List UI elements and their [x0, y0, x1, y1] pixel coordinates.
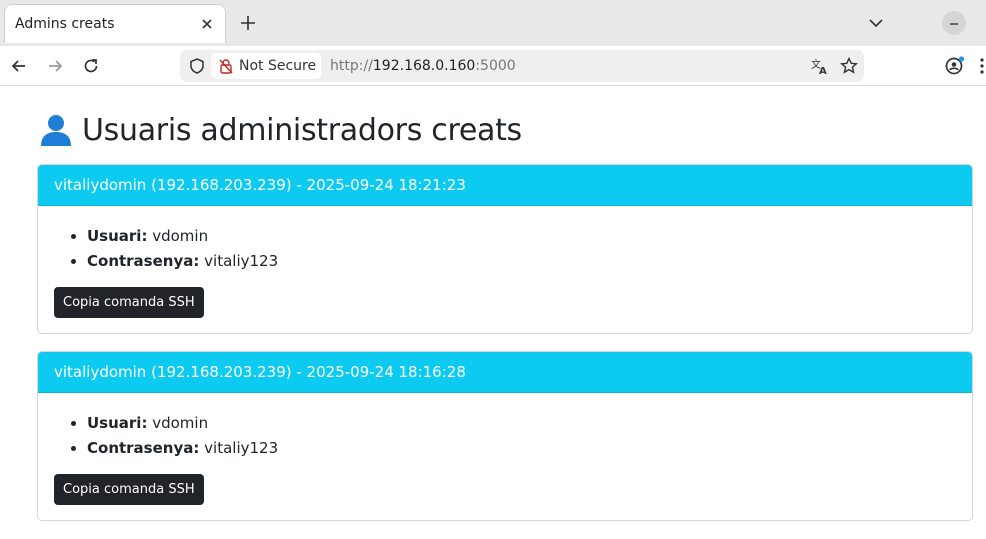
copy-ssh-command-button[interactable]: Copia comanda SSH [54, 287, 204, 318]
list-item-password: Contrasenya: vitaliy123 [87, 436, 278, 461]
menu-icon[interactable] [976, 56, 986, 76]
password-label: Contrasenya: [87, 439, 200, 457]
minimize-button[interactable] [942, 11, 966, 35]
user-icon [41, 115, 71, 146]
security-chip[interactable]: Not Secure [211, 53, 321, 79]
close-icon[interactable] [197, 14, 217, 34]
browser-toolbar: Not Secure http://192.168.0.160:5000 文 A [0, 46, 986, 86]
page-title: Usuaris administradors creats [38, 106, 522, 154]
admin-card: vitaliydomin (192.168.203.239) - 2025-09… [37, 351, 973, 521]
list-item-user: Usuari: vdomin [87, 411, 278, 436]
card-header: vitaliydomin (192.168.203.239) - 2025-09… [38, 352, 972, 393]
user-value: vdomin [152, 227, 209, 245]
reload-icon[interactable] [81, 56, 101, 76]
star-icon[interactable] [839, 56, 859, 76]
security-label: Not Secure [239, 58, 317, 74]
page-heading: Usuaris administradors creats [82, 112, 522, 148]
user-value: vdomin [152, 414, 209, 432]
card-body: Usuari: vdomin Contrasenya: vitaliy123 C… [38, 393, 972, 520]
credentials-list: Usuari: vdomin Contrasenya: vitaliy123 [87, 411, 278, 461]
card-header: vitaliydomin (192.168.203.239) - 2025-09… [38, 165, 972, 206]
chevron-down-icon[interactable] [866, 13, 886, 33]
address-bar[interactable]: Not Secure http://192.168.0.160:5000 文 A [180, 50, 864, 82]
password-label: Contrasenya: [87, 252, 200, 270]
list-item-user: Usuari: vdomin [87, 224, 278, 249]
insecure-lock-icon [219, 59, 233, 74]
forward-icon[interactable] [45, 56, 65, 76]
tab-strip: Admins creats [0, 0, 986, 46]
translate-icon[interactable]: 文 A [811, 57, 829, 75]
shield-icon[interactable] [188, 57, 206, 75]
url-host: 192.168.0.160 [372, 58, 476, 74]
password-value: vitaliy123 [204, 252, 279, 270]
card-body: Usuari: vdomin Contrasenya: vitaliy123 C… [38, 206, 972, 333]
copy-ssh-command-button[interactable]: Copia comanda SSH [54, 474, 204, 505]
admin-card: vitaliydomin (192.168.203.239) - 2025-09… [37, 164, 973, 334]
password-value: vitaliy123 [204, 439, 279, 457]
url-text[interactable]: http://192.168.0.160:5000 [330, 58, 516, 74]
profile-icon[interactable] [944, 55, 966, 77]
browser-tab[interactable]: Admins creats [4, 4, 226, 43]
back-icon[interactable] [9, 56, 29, 76]
list-item-password: Contrasenya: vitaliy123 [87, 249, 278, 274]
url-port: :5000 [475, 58, 516, 74]
tab-title: Admins creats [15, 16, 115, 32]
plus-icon[interactable] [238, 13, 258, 33]
svg-text:A: A [819, 66, 827, 75]
user-label: Usuari: [87, 227, 148, 245]
url-scheme: http:// [330, 58, 373, 74]
credentials-list: Usuari: vdomin Contrasenya: vitaliy123 [87, 224, 278, 274]
minimize-icon [950, 23, 958, 25]
user-label: Usuari: [87, 414, 148, 432]
